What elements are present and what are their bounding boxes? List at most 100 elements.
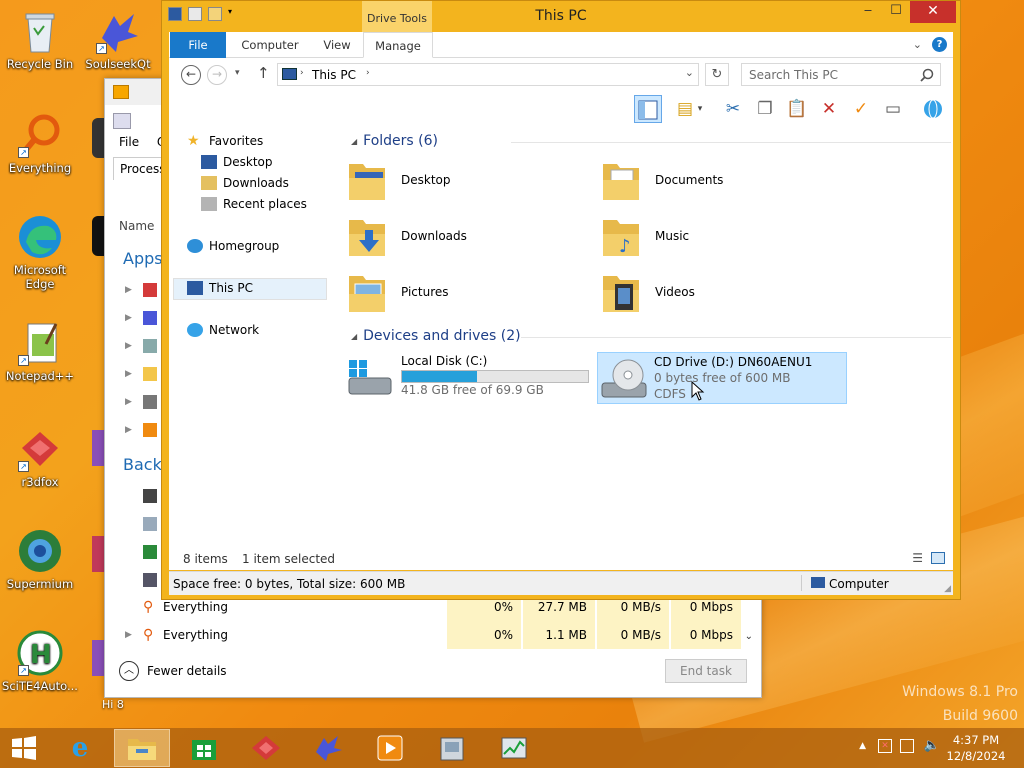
scroll-down-icon[interactable]: ⌄	[745, 631, 753, 642]
tab-file[interactable]: File	[170, 32, 226, 58]
fewer-details-button[interactable]: ︿ Fewer details	[119, 661, 227, 681]
cut-icon[interactable]: ✂	[719, 95, 747, 123]
maximize-button[interactable]: ☐	[882, 1, 910, 23]
checkmark-icon[interactable]: ✓	[847, 95, 875, 123]
soulseekqt-desktop-icon[interactable]: ↗ SoulseekQt	[78, 8, 158, 71]
microsoft-edge-desktop-icon[interactable]: Microsoft Edge	[0, 214, 80, 291]
start-button[interactable]	[0, 729, 48, 767]
folder-downloads[interactable]: Downloads	[347, 214, 467, 258]
menu-file[interactable]: File	[119, 135, 139, 149]
forward-button[interactable]: →	[207, 65, 227, 85]
expand-arrow-icon[interactable]: ▶	[125, 341, 132, 351]
details-view-icon[interactable]: ☰	[912, 551, 923, 565]
breadcrumb-separator-icon[interactable]: ›	[300, 68, 304, 78]
task-manager-icon	[501, 737, 527, 759]
taskbar-file-explorer[interactable]	[114, 729, 170, 767]
taskbar-soulseekqt[interactable]	[300, 729, 356, 767]
chevron-down-icon[interactable]: ▾	[693, 95, 707, 123]
tab-computer[interactable]: Computer	[235, 32, 305, 58]
address-dropdown-icon[interactable]: ⌄	[685, 66, 694, 79]
recent-locations-icon[interactable]: ▾	[235, 68, 240, 78]
delete-icon[interactable]: ✕	[815, 95, 843, 123]
cpu-cell: 0%	[447, 621, 521, 649]
action-center-icon[interactable]: ✕	[878, 739, 892, 753]
devices-group-header[interactable]: ◢ Devices and drives (2)	[351, 328, 951, 344]
nav-downloads[interactable]: Downloads	[201, 176, 289, 190]
help-icon[interactable]: ?	[932, 37, 947, 52]
scite-desktop-icon[interactable]: H ↗ SciTE4Auto...	[0, 630, 80, 693]
minimize-button[interactable]: ‒	[854, 1, 882, 23]
partial-desktop-icon	[92, 118, 104, 158]
folders-header-label: Folders (6)	[363, 133, 438, 149]
recycle-bin-desktop-icon[interactable]: Recycle Bin	[0, 8, 80, 71]
taskbar-media-player[interactable]	[362, 729, 418, 767]
preview-pane-button[interactable]	[634, 95, 662, 123]
everything-desktop-icon[interactable]: ↗ Everything	[0, 112, 80, 175]
nav-desktop[interactable]: Desktop	[201, 155, 273, 169]
network-tray-icon[interactable]	[900, 739, 914, 753]
notepadpp-desktop-icon[interactable]: ↗ Notepad++	[0, 320, 80, 383]
folder-music[interactable]: ♪ Music	[601, 214, 689, 258]
folder-desktop[interactable]: Desktop	[347, 158, 451, 202]
table-row[interactable]: ▶ ⚲ Everything 0% 1.1 MB 0 MB/s 0 Mbps	[105, 621, 747, 649]
address-bar[interactable]: › This PC › ⌄	[277, 63, 699, 86]
drive-local-disk-c[interactable]: Local Disk (C:) 41.8 GB free of 69.9 GB	[347, 354, 607, 404]
taskbar-r3dfox[interactable]	[238, 729, 294, 767]
refresh-button[interactable]: ↻	[705, 63, 729, 86]
r3dfox-desktop-icon[interactable]: ↗ r3dfox	[0, 426, 80, 489]
nav-this-pc[interactable]: This PC	[187, 281, 253, 295]
folder-label: Pictures	[401, 285, 449, 299]
large-icons-view-icon[interactable]	[931, 552, 945, 564]
expand-arrow-icon[interactable]: ▶	[125, 630, 132, 640]
nav-recent-places[interactable]: Recent places	[201, 197, 307, 211]
supermium-desktop-icon[interactable]: Supermium	[0, 528, 80, 591]
folders-group-header[interactable]: ◢ Folders (6)	[351, 133, 951, 149]
watermark-edition: Windows 8.1 Pro	[902, 684, 1018, 700]
clock-time[interactable]: 4:37 PM	[946, 733, 1006, 747]
expand-arrow-icon[interactable]: ▶	[125, 425, 132, 435]
address-row: ← → ▾ ↑ › This PC › ⌄ ↻ Search This PC	[169, 58, 953, 90]
expand-arrow-icon[interactable]: ▶	[125, 369, 132, 379]
paste-icon[interactable]: 📋	[783, 95, 811, 123]
layout-icon	[638, 100, 658, 120]
clock-date[interactable]: 12/8/2024	[946, 749, 1006, 763]
end-task-button[interactable]: End task	[665, 659, 747, 683]
back-button[interactable]: ←	[181, 65, 201, 85]
taskbar-store[interactable]	[176, 729, 232, 767]
rename-icon[interactable]: ▭	[879, 95, 907, 123]
up-button[interactable]: ↑	[257, 64, 270, 82]
folder-videos[interactable]: Videos	[601, 270, 695, 314]
expand-arrow-icon[interactable]: ▶	[125, 397, 132, 407]
tab-manage[interactable]: Manage	[363, 32, 433, 58]
show-hidden-icons-icon[interactable]: ▲	[859, 741, 866, 751]
volume-muted-icon[interactable]: 🔈	[924, 738, 940, 753]
internet-explorer-icon: e	[71, 733, 89, 763]
taskbar-internet-explorer[interactable]: e	[52, 729, 108, 767]
folder-pictures[interactable]: Pictures	[347, 270, 449, 314]
nav-network[interactable]: Network	[187, 323, 259, 337]
explorer-window[interactable]: ▾ Drive Tools This PC ‒ ☐ ✕ File Compute…	[161, 0, 961, 600]
taskbar-app[interactable]	[424, 729, 480, 767]
process-icon	[143, 545, 157, 559]
network-globe-icon[interactable]	[919, 95, 947, 123]
svg-text:♪: ♪	[619, 236, 631, 257]
taskbar-task-manager[interactable]	[486, 729, 542, 767]
explorer-titlebar[interactable]: ▾ Drive Tools This PC ‒ ☐ ✕	[162, 1, 960, 33]
desktop-icon-label: Everything	[8, 161, 72, 175]
copy-icon[interactable]: ❐	[751, 95, 779, 123]
close-button[interactable]: ✕	[910, 1, 956, 23]
search-input[interactable]: Search This PC	[741, 63, 941, 86]
location-label: Computer	[829, 577, 889, 591]
tab-view[interactable]: View	[315, 32, 359, 58]
folder-documents[interactable]: Documents	[601, 158, 723, 202]
resize-grip-icon[interactable]: ◢	[944, 584, 951, 594]
expand-arrow-icon[interactable]: ▶	[125, 285, 132, 295]
nav-homegroup[interactable]: Homegroup	[187, 239, 279, 253]
nav-favorites[interactable]: ★ Favorites	[187, 134, 263, 148]
expand-ribbon-icon[interactable]: ⌄	[913, 38, 922, 51]
drive-cd-d[interactable]: CD Drive (D:) DN60AENU1 0 bytes free of …	[597, 352, 847, 404]
column-name-header[interactable]: Name	[119, 219, 154, 233]
breadcrumb-this-pc[interactable]: This PC	[312, 68, 356, 82]
breadcrumb-separator-icon[interactable]: ›	[366, 68, 370, 78]
expand-arrow-icon[interactable]: ▶	[125, 313, 132, 323]
